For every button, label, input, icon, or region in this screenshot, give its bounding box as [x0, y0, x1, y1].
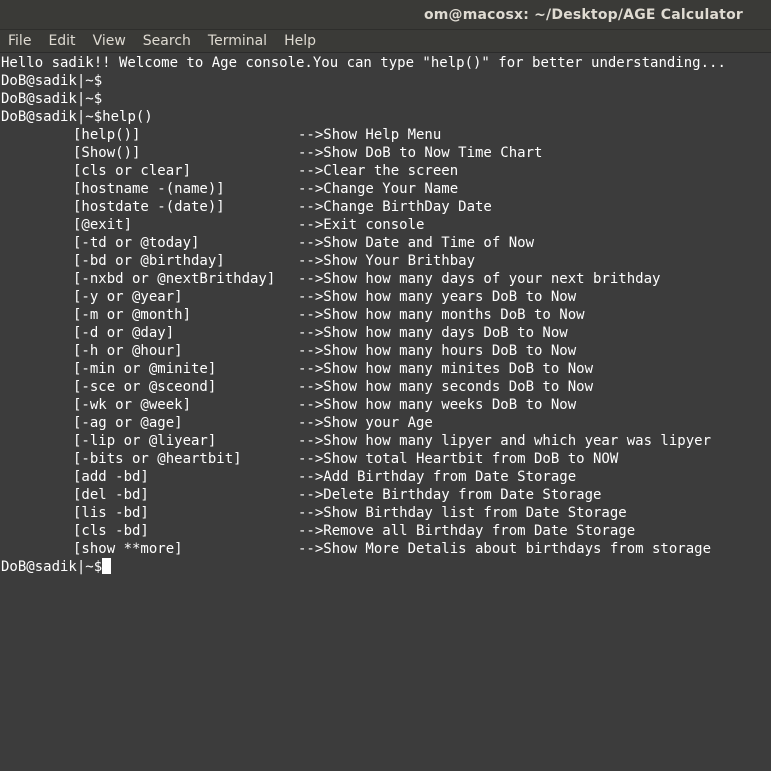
menu-edit[interactable]: Edit	[48, 33, 75, 49]
active-prompt-line[interactable]: DoB@sadik|~$	[1, 558, 770, 576]
help-row: [hostdate -(date)] -->Change BirthDay Dat…	[1, 198, 770, 216]
help-description: -->Show total Heartbit from DoB to NOW	[298, 451, 619, 467]
text-cursor	[102, 558, 112, 574]
help-description: -->Show how many seconds DoB to Now	[298, 379, 594, 395]
help-description: -->Show DoB to Now Time Chart	[298, 145, 543, 161]
help-description: -->Show how many hours DoB to Now	[298, 343, 577, 359]
help-description: -->Show Your Brithbay	[298, 253, 476, 269]
help-command: [-bd or @birthday]	[73, 253, 225, 269]
help-row: [lis -bd] -->Show Birthday list from Date…	[1, 504, 770, 522]
help-row: [del -bd] -->Delete Birthday from Date St…	[1, 486, 770, 504]
help-row: [-nxbd or @nextBrithday] -->Show how many…	[1, 270, 770, 288]
help-description: -->Show how many days DoB to Now	[298, 325, 568, 341]
help-command: [hostdate -(date)]	[73, 199, 225, 215]
help-command: [Show()]	[73, 145, 141, 161]
welcome-line: Hello sadik!! Welcome to Age console.You…	[1, 55, 726, 71]
help-row: [@exit] -->Exit console	[1, 216, 770, 234]
help-command-line: DoB@sadik|~$help()	[1, 108, 770, 126]
help-row: [-y or @year] -->Show how many years DoB …	[1, 288, 770, 306]
help-row: [-min or @minite] -->Show how many minite…	[1, 360, 770, 378]
help-description: -->Show Help Menu	[298, 127, 442, 143]
menu-view[interactable]: View	[93, 33, 126, 49]
help-description: -->Show your Age	[298, 415, 433, 431]
help-description: -->Exit console	[298, 217, 425, 233]
help-row: [-bits or @heartbit] -->Show total Heartb…	[1, 450, 770, 468]
help-description: -->Show how many weeks DoB to Now	[298, 397, 577, 413]
help-row: [Show()] -->Show DoB to Now Time Chart	[1, 144, 770, 162]
help-command: [add -bd]	[73, 469, 149, 485]
window-title: om@macosx: ~/Desktop/AGE Calculator	[423, 6, 743, 23]
help-description: -->Show Date and Time of Now	[298, 235, 535, 251]
menu-search[interactable]: Search	[143, 33, 191, 49]
prompt: DoB@sadik|~$	[1, 559, 103, 575]
help-row: [-m or @month] -->Show how many months Do…	[1, 306, 770, 324]
help-command: [-d or @day]	[73, 325, 175, 341]
help-command: [cls or clear]	[73, 163, 192, 179]
help-row: [-td or @today] -->Show Date and Time of …	[1, 234, 770, 252]
help-row: [-wk or @week] -->Show how many weeks DoB…	[1, 396, 770, 414]
help-row: [-sce or @sceond] -->Show how many second…	[1, 378, 770, 396]
help-description: -->Change BirthDay Date	[298, 199, 492, 215]
help-description: -->Show how many minites DoB to Now	[298, 361, 594, 377]
help-command: [-wk or @week]	[73, 397, 192, 413]
help-row: [add -bd] -->Add Birthday from Date Stora…	[1, 468, 770, 486]
help-description: -->Show More Detalis about birthdays fro…	[298, 541, 712, 557]
typed-command: help()	[102, 109, 153, 125]
help-row: [cls -bd] -->Remove all Birthday from Dat…	[1, 522, 770, 540]
help-command: [-bits or @heartbit]	[73, 451, 242, 467]
menu-file[interactable]: File	[8, 33, 31, 49]
help-command: [-nxbd or @nextBrithday]	[73, 271, 276, 287]
help-menu: [help()] -->Show Help Menu [Show()] -->Show…	[1, 126, 770, 558]
help-description: -->Remove all Birthday from Date Storage	[298, 523, 636, 539]
help-command: [hostname -(name)]	[73, 181, 225, 197]
help-row: [-bd or @birthday] -->Show Your Brithbay	[1, 252, 770, 270]
help-description: -->Show how many days of your next brith…	[298, 271, 661, 287]
prompt: DoB@sadik|~$	[1, 109, 103, 125]
help-description: -->Show how many years DoB to Now	[298, 289, 577, 305]
help-command: [help()]	[73, 127, 141, 143]
help-command: [@exit]	[73, 217, 133, 233]
help-row: [cls or clear] -->Clear the screen	[1, 162, 770, 180]
help-command: [-lip or @liyear]	[73, 433, 217, 449]
help-command: [-min or @minite]	[73, 361, 217, 377]
help-command: [-sce or @sceond]	[73, 379, 217, 395]
help-command: [lis -bd]	[73, 505, 149, 521]
menu-terminal[interactable]: Terminal	[208, 33, 267, 49]
prompt-line: DoB@sadik|~$	[1, 73, 103, 89]
help-command: [cls -bd]	[73, 523, 149, 539]
help-command: [show **more]	[73, 541, 183, 557]
help-command: [-m or @month]	[73, 307, 192, 323]
help-description: -->Add Birthday from Date Storage	[298, 469, 577, 485]
help-row: [-h or @hour] -->Show how many hours DoB …	[1, 342, 770, 360]
help-command: [-y or @year]	[73, 289, 183, 305]
help-description: -->Change Your Name	[298, 181, 459, 197]
help-command: [-td or @today]	[73, 235, 200, 251]
help-row: [-lip or @liyear] -->Show how many lipyer…	[1, 432, 770, 450]
help-description: -->Clear the screen	[298, 163, 459, 179]
help-description: -->Show how many lipyer and which year w…	[298, 433, 712, 449]
help-command: [-h or @hour]	[73, 343, 183, 359]
help-row: [show **more] -->Show More Detalis about …	[1, 540, 770, 558]
help-row: [-d or @day] -->Show how many days DoB to…	[1, 324, 770, 342]
prompt-line: DoB@sadik|~$	[1, 91, 103, 107]
help-row: [-ag or @age] -->Show your Age	[1, 414, 770, 432]
menu-help[interactable]: Help	[284, 33, 316, 49]
help-command: [-ag or @age]	[73, 415, 183, 431]
help-description: -->Show Birthday list from Date Storage	[298, 505, 627, 521]
help-description: -->Delete Birthday from Date Storage	[298, 487, 602, 503]
title-bar: om@macosx: ~/Desktop/AGE Calculator	[0, 0, 771, 30]
terminal-output[interactable]: Hello sadik!! Welcome to Age console.You…	[0, 54, 771, 771]
help-command: [del -bd]	[73, 487, 149, 503]
help-row: [hostname -(name)] -->Change Your Name	[1, 180, 770, 198]
menu-bar: File Edit View Search Terminal Help	[0, 30, 771, 53]
help-row: [help()] -->Show Help Menu	[1, 126, 770, 144]
help-description: -->Show how many months DoB to Now	[298, 307, 585, 323]
